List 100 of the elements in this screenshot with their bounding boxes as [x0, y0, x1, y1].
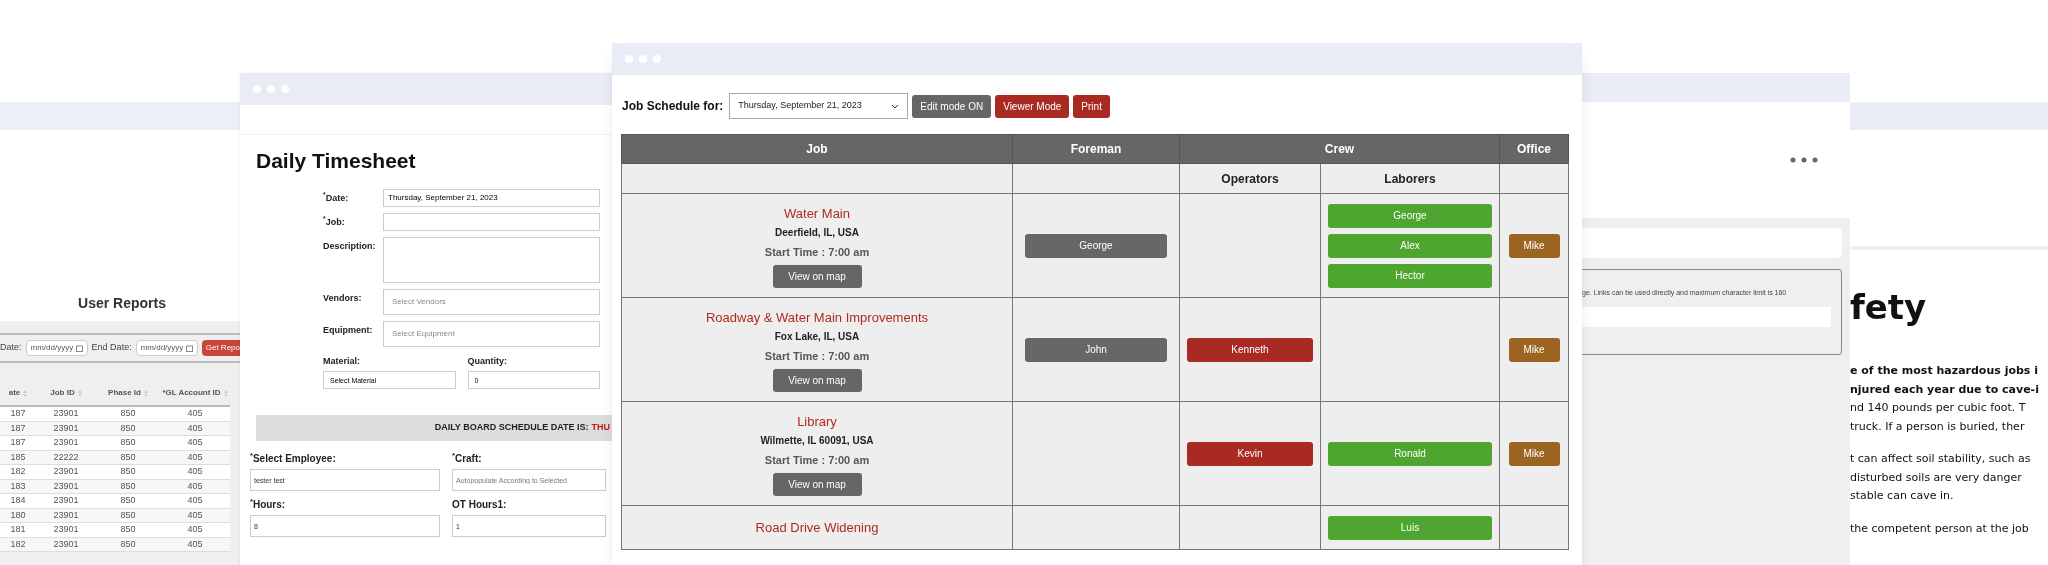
- laborers-chip[interactable]: George: [1328, 203, 1492, 228]
- reports-title: User Reports: [78, 293, 166, 313]
- table-cell: 180: [10, 508, 26, 522]
- chevron-down-icon: [891, 103, 900, 109]
- field-label: OT Hours1:: [452, 498, 508, 512]
- column-header: Operators: [1221, 171, 1279, 186]
- select-field[interactable]: Select Equipment: [383, 320, 600, 347]
- table-cell-text: 850: [120, 436, 136, 449]
- column-header: Job ID: [50, 387, 75, 399]
- job-location: Deerfield, IL, USA: [775, 226, 859, 240]
- article-text: t can affect soil stability, such as: [1850, 451, 2032, 467]
- job-location: Fox Lake, IL, USA: [774, 330, 860, 344]
- foreman-chip[interactable]: George: [1025, 233, 1167, 258]
- date-select[interactable]: Thursday, September 21, 2023: [729, 93, 909, 119]
- table-cell: 187: [10, 421, 26, 435]
- office-chip[interactable]: Mike: [1508, 233, 1560, 258]
- table-cell-text: 850: [120, 465, 136, 478]
- field-label: $^{*}$Job:: [323, 214, 346, 229]
- table-cell-text: 405: [187, 407, 203, 420]
- table-cell: 405: [187, 508, 203, 522]
- start-date-field[interactable]: mm/dd/yyyy: [25, 340, 88, 356]
- table-cell-text: 23901: [53, 465, 79, 478]
- view-map-button[interactable]: View on map: [772, 264, 862, 288]
- column-header: ate: [8, 387, 21, 399]
- table-cell: 23901: [53, 421, 79, 435]
- column-header: Crew: [1324, 142, 1355, 156]
- message-field[interactable]: [1582, 306, 1831, 327]
- laborers-chip[interactable]: Alex: [1328, 233, 1492, 258]
- table-cell: 850: [120, 479, 136, 493]
- sort-icon[interactable]: [23, 389, 28, 397]
- table-cell-text: 181: [10, 523, 26, 536]
- toolbar-button[interactable]: Print: [1073, 94, 1110, 118]
- field-label: Vendors:: [323, 291, 363, 305]
- office-chip[interactable]: Mike: [1508, 441, 1560, 466]
- table-cell: 22222: [53, 450, 79, 464]
- field-label: Quantity:: [467, 354, 508, 368]
- view-map-button[interactable]: View on map: [772, 472, 862, 496]
- field-label: $^{*}$Select Employee:: [250, 451, 337, 466]
- column-header: Foreman: [1070, 142, 1122, 156]
- table-cell-text: 23901: [53, 523, 79, 536]
- table-cell: 850: [120, 537, 136, 551]
- banner-label: DAILY BOARD SCHEDULE DATE IS:: [434, 421, 589, 435]
- job-name: Roadway & Water Main Improvements: [705, 308, 928, 327]
- table-cell: 23901: [53, 537, 79, 551]
- article-text: njured each year due to cave-i: [1850, 381, 2040, 398]
- job-name: Road Drive Widening: [755, 518, 879, 537]
- text-field[interactable]: [383, 212, 600, 231]
- article-text: the competent person at the job: [1850, 520, 2030, 537]
- table-cell-text: 182: [10, 465, 26, 478]
- sort-icon[interactable]: [223, 389, 228, 397]
- job-location: Wilmette, IL 60091, USA: [760, 434, 874, 448]
- banner-date: THU: [591, 421, 610, 435]
- end-date-label: End Date:: [91, 341, 132, 355]
- office-chip[interactable]: Mike: [1508, 337, 1560, 362]
- operators-chip[interactable]: Kenneth: [1187, 337, 1313, 362]
- article-text: nd 140 pounds per cubic foot. T: [1850, 400, 2027, 416]
- calendar-icon: [75, 344, 83, 352]
- timesheet-title: Daily Timesheet: [256, 148, 417, 174]
- start-time: Start Time : 7:00 am: [764, 349, 870, 364]
- table-cell: 850: [120, 450, 136, 464]
- column-header: Phase Id: [108, 387, 141, 399]
- table-cell-text: 23901: [53, 436, 79, 449]
- table-cell: 405: [187, 421, 203, 435]
- table-cell-text: 850: [120, 407, 136, 420]
- text-field[interactable]: Thursday, September 21, 2023: [383, 188, 600, 207]
- foreman-chip[interactable]: John: [1025, 337, 1167, 362]
- select-field[interactable]: Select Vendors: [383, 288, 600, 315]
- table-cell: 405: [187, 479, 203, 493]
- text-field[interactable]: [1582, 228, 1842, 258]
- table-cell-text: 405: [187, 436, 203, 449]
- field-label: Material:: [323, 354, 361, 368]
- start-time: Start Time : 7:00 am: [764, 245, 870, 260]
- table-cell-text: 184: [10, 494, 26, 507]
- laborers-chip[interactable]: Ronald: [1328, 441, 1492, 466]
- view-map-button[interactable]: View on map: [772, 368, 862, 392]
- article-text: disturbed soils are very danger: [1850, 469, 2023, 486]
- table-cell: 850: [120, 508, 136, 522]
- article-text: e of the most hazardous jobs i: [1850, 363, 2039, 379]
- schedule-label: Job Schedule for:: [622, 98, 724, 115]
- sort-icon[interactable]: [143, 389, 148, 397]
- end-date-field[interactable]: mm/dd/yyyy: [135, 340, 198, 356]
- column-header: Laborers: [1384, 171, 1436, 186]
- toolbar-button[interactable]: Edit mode ON: [912, 94, 992, 118]
- sort-icon[interactable]: [77, 389, 82, 397]
- table-cell: 182: [10, 537, 26, 551]
- laborers-chip[interactable]: Luis: [1328, 515, 1492, 540]
- table-cell-text: 405: [187, 523, 203, 536]
- field-label: $^{*}$Hours:: [250, 497, 287, 512]
- article-text: stable can cave in.: [1850, 488, 1955, 504]
- column-header: *GL Account ID: [162, 387, 221, 399]
- field-label: $^{*}$Craft:: [452, 451, 483, 466]
- safety-heading: fety: [1850, 290, 1928, 324]
- table-cell-text: 187: [10, 407, 26, 420]
- operators-chip[interactable]: Kevin: [1187, 441, 1313, 466]
- table-cell: 405: [187, 537, 203, 551]
- toolbar-button[interactable]: Viewer Mode: [995, 94, 1070, 118]
- description-field[interactable]: [383, 236, 600, 283]
- laborers-chip[interactable]: Hector: [1328, 263, 1492, 288]
- more-icon[interactable]: [1790, 157, 1818, 163]
- table-cell: 405: [187, 450, 203, 464]
